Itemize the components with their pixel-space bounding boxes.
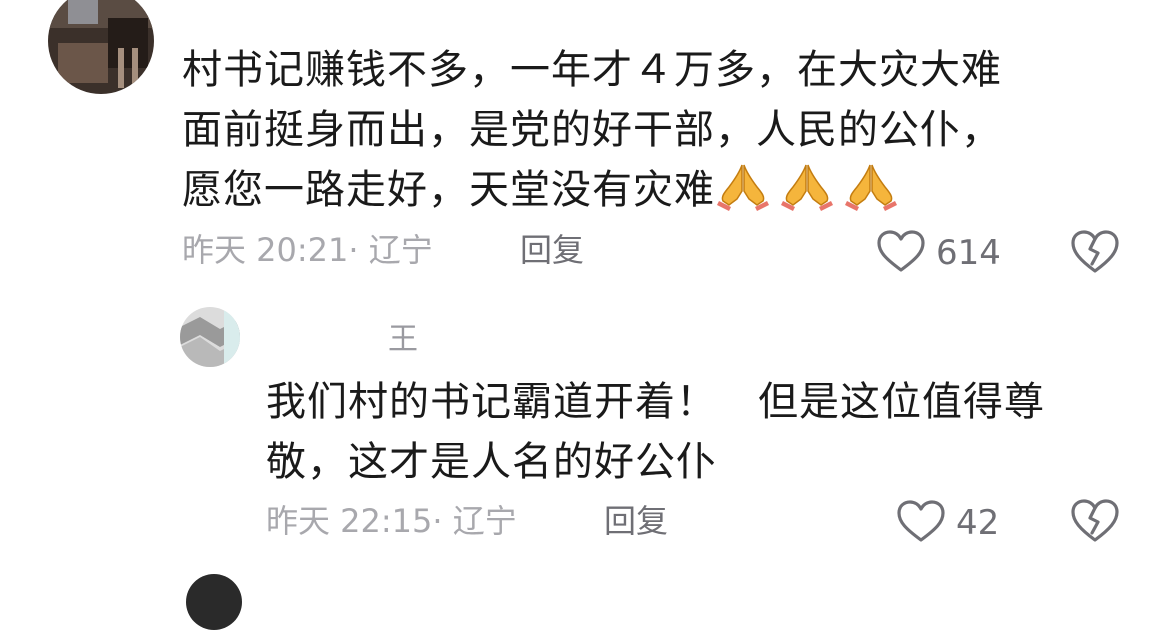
comment-line: 我们村的书记霸道开着！ 但是这位值得尊 <box>266 379 1045 425</box>
username[interactable]: 王 <box>388 320 418 360</box>
folded-hands-emoji <box>779 161 835 228</box>
broken-heart-icon <box>1070 499 1120 547</box>
folded-hands-emoji <box>843 161 899 228</box>
avatar[interactable] <box>48 0 154 94</box>
avatar[interactable] <box>180 307 240 367</box>
comment-line: 愿您一路走好，天堂没有灾难 <box>182 160 1142 228</box>
like-button[interactable]: 614 <box>876 229 1001 277</box>
avatar[interactable] <box>186 574 242 630</box>
comment-text: 村书记赚钱不多，一年才４万多，在大灾大难 面前挺身而出，是党的好干部，人民的公仆… <box>182 40 1142 228</box>
reply-button[interactable]: 回复 <box>604 501 668 541</box>
heart-outline-icon <box>896 499 946 547</box>
broken-heart-icon <box>1070 230 1120 278</box>
folded-hands-emoji <box>715 161 771 228</box>
heart-outline-icon <box>876 229 926 277</box>
like-button[interactable]: 42 <box>896 499 999 547</box>
comment-meta: 昨天 22:15· 辽宁 <box>266 502 517 540</box>
dislike-button[interactable] <box>1070 497 1120 547</box>
dislike-button[interactable] <box>1070 228 1120 278</box>
comment-line: 敬，这才是人名的好公仆 <box>266 439 717 485</box>
comment-text: 我们村的书记霸道开着！ 但是这位值得尊 敬，这才是人名的好公仆 <box>266 372 1146 492</box>
comment-line: 村书记赚钱不多，一年才４万多，在大灾大难 <box>182 47 1002 93</box>
reply-button[interactable]: 回复 <box>520 230 584 270</box>
comment-line: 面前挺身而出，是党的好干部，人民的公仆， <box>182 107 1002 153</box>
like-count: 614 <box>936 233 1001 273</box>
comment-line-text: 愿您一路走好，天堂没有灾难 <box>182 167 715 213</box>
comment-meta: 昨天 20:21· 辽宁 <box>182 231 433 269</box>
like-count: 42 <box>956 503 1000 543</box>
